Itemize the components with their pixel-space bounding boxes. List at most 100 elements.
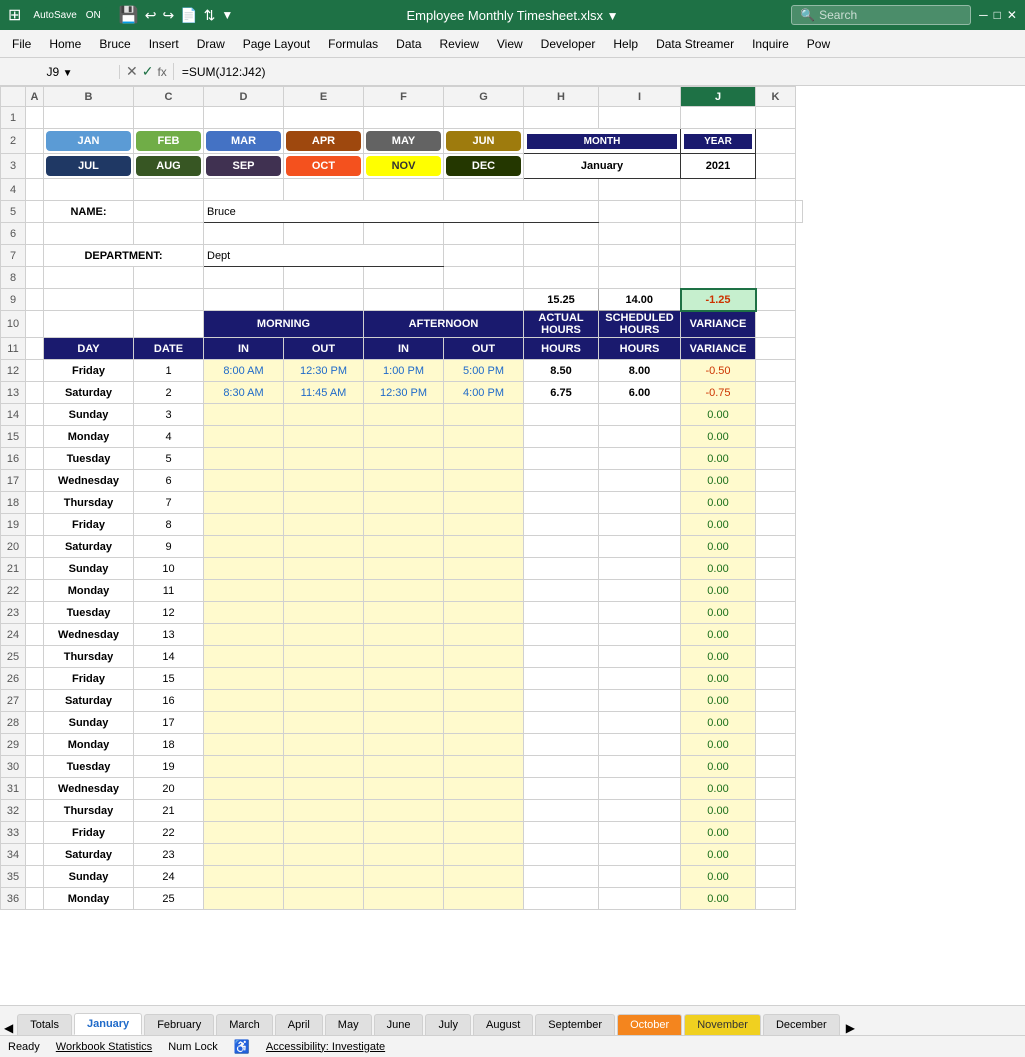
menu-data[interactable]: Data bbox=[388, 34, 429, 54]
actual-13[interactable]: 6.75 bbox=[524, 382, 599, 404]
cell-c10[interactable] bbox=[134, 311, 204, 338]
cell-a8[interactable] bbox=[26, 267, 44, 289]
accept-formula-icon[interactable]: ✓ bbox=[142, 63, 154, 80]
col-header-j[interactable]: J bbox=[681, 87, 756, 107]
cell-f9[interactable] bbox=[364, 289, 444, 311]
cell-j4[interactable] bbox=[681, 179, 756, 201]
day-12[interactable]: Friday bbox=[44, 360, 134, 382]
tab-march[interactable]: March bbox=[216, 1014, 273, 1035]
cell-d2-mar[interactable]: MAR bbox=[204, 129, 284, 154]
dept-value[interactable]: Dept bbox=[204, 245, 444, 267]
cell-a12[interactable] bbox=[26, 360, 44, 382]
day-13[interactable]: Saturday bbox=[44, 382, 134, 404]
cell-e8[interactable] bbox=[284, 267, 364, 289]
col-header-g[interactable]: G bbox=[444, 87, 524, 107]
cell-k12[interactable] bbox=[756, 360, 796, 382]
tab-november[interactable]: November bbox=[684, 1014, 761, 1035]
cell-a11[interactable] bbox=[26, 338, 44, 360]
cell-f4[interactable] bbox=[364, 179, 444, 201]
cell-i6[interactable] bbox=[599, 223, 681, 245]
sched-12[interactable]: 8.00 bbox=[599, 360, 681, 382]
menu-insert[interactable]: Insert bbox=[141, 34, 187, 54]
cell-g1[interactable] bbox=[444, 107, 524, 129]
cell-j1[interactable] bbox=[681, 107, 756, 129]
cell-b2-jan[interactable]: JAN bbox=[44, 129, 134, 154]
cell-b1[interactable] bbox=[44, 107, 134, 129]
cell-c3-aug[interactable]: AUG bbox=[134, 154, 204, 179]
autosave-toggle[interactable]: ON bbox=[80, 9, 107, 22]
cell-c6[interactable] bbox=[134, 223, 204, 245]
cell-g2-jun[interactable]: JUN bbox=[444, 129, 524, 154]
cell-c1[interactable] bbox=[134, 107, 204, 129]
cell-h6[interactable] bbox=[524, 223, 599, 245]
menu-formulas[interactable]: Formulas bbox=[320, 34, 386, 54]
cell-c8[interactable] bbox=[134, 267, 204, 289]
cell-g4[interactable] bbox=[444, 179, 524, 201]
cell-c5[interactable] bbox=[134, 201, 204, 223]
close-icon[interactable]: ✕ bbox=[1007, 8, 1017, 22]
workbook-stats-link[interactable]: Workbook Statistics bbox=[56, 1041, 152, 1053]
tab-february[interactable]: February bbox=[144, 1014, 214, 1035]
menu-review[interactable]: Review bbox=[432, 34, 487, 54]
cell-a1[interactable] bbox=[26, 107, 44, 129]
sort-icon[interactable]: ⇅ bbox=[204, 7, 216, 24]
cell-i1[interactable] bbox=[599, 107, 681, 129]
cell-d3-sep[interactable]: SEP bbox=[204, 154, 284, 179]
menu-inquire[interactable]: Inquire bbox=[744, 34, 797, 54]
cell-k13[interactable] bbox=[756, 382, 796, 404]
cell-b3-jul[interactable]: JUL bbox=[44, 154, 134, 179]
menu-file[interactable]: File bbox=[4, 34, 39, 54]
cell-reference[interactable]: J9 ▼ bbox=[0, 65, 120, 79]
cell-k1[interactable] bbox=[756, 107, 796, 129]
menu-view[interactable]: View bbox=[489, 34, 531, 54]
menu-page-layout[interactable]: Page Layout bbox=[235, 34, 318, 54]
save-icon[interactable]: 💾 bbox=[119, 5, 139, 25]
cell-g8[interactable] bbox=[444, 267, 524, 289]
menu-developer[interactable]: Developer bbox=[533, 34, 604, 54]
redo-icon[interactable]: ↪ bbox=[162, 7, 174, 24]
cell-j6[interactable] bbox=[681, 223, 756, 245]
cell-j7[interactable] bbox=[681, 245, 756, 267]
a-in-13[interactable]: 12:30 PM bbox=[364, 382, 444, 404]
cell-k7[interactable] bbox=[756, 245, 796, 267]
cell-d9[interactable] bbox=[204, 289, 284, 311]
cell-b4[interactable] bbox=[44, 179, 134, 201]
col-header-d[interactable]: D bbox=[204, 87, 284, 107]
mar-button[interactable]: MAR bbox=[206, 131, 281, 151]
cell-b10[interactable] bbox=[44, 311, 134, 338]
maximize-icon[interactable]: □ bbox=[994, 8, 1001, 22]
cell-a3[interactable] bbox=[26, 154, 44, 179]
col-header-a[interactable]: A bbox=[26, 87, 44, 107]
tab-may[interactable]: May bbox=[325, 1014, 372, 1035]
scheduled-total[interactable]: 14.00 bbox=[599, 289, 681, 311]
cell-a5[interactable] bbox=[26, 201, 44, 223]
var-13[interactable]: -0.75 bbox=[681, 382, 756, 404]
cell-a9[interactable] bbox=[26, 289, 44, 311]
col-header-f[interactable]: F bbox=[364, 87, 444, 107]
cell-d6[interactable] bbox=[204, 223, 284, 245]
menu-data-streamer[interactable]: Data Streamer bbox=[648, 34, 742, 54]
cell-j5[interactable] bbox=[756, 201, 796, 223]
cell-k2[interactable] bbox=[756, 129, 796, 154]
cell-i4[interactable] bbox=[599, 179, 681, 201]
a-in-12[interactable]: 1:00 PM bbox=[364, 360, 444, 382]
m-out-12[interactable]: 12:30 PM bbox=[284, 360, 364, 382]
cell-f2-may[interactable]: MAY bbox=[364, 129, 444, 154]
tab-december[interactable]: December bbox=[763, 1014, 840, 1035]
cell-k3[interactable] bbox=[756, 154, 796, 179]
cell-a10[interactable] bbox=[26, 311, 44, 338]
cell-c9[interactable] bbox=[134, 289, 204, 311]
aug-button[interactable]: AUG bbox=[136, 156, 201, 176]
tab-september[interactable]: September bbox=[535, 1014, 615, 1035]
title-dropdown-icon[interactable]: ▼ bbox=[607, 9, 619, 23]
accessibility-text[interactable]: Accessibility: Investigate bbox=[266, 1041, 385, 1053]
cell-f1[interactable] bbox=[364, 107, 444, 129]
cell-e2-apr[interactable]: APR bbox=[284, 129, 364, 154]
menu-pow[interactable]: Pow bbox=[799, 34, 838, 54]
cell-e4[interactable] bbox=[284, 179, 364, 201]
cell-e9[interactable] bbox=[284, 289, 364, 311]
cell-a2[interactable] bbox=[26, 129, 44, 154]
jul-button[interactable]: JUL bbox=[46, 156, 131, 176]
cell-g9[interactable] bbox=[444, 289, 524, 311]
cell-h5[interactable] bbox=[599, 201, 681, 223]
